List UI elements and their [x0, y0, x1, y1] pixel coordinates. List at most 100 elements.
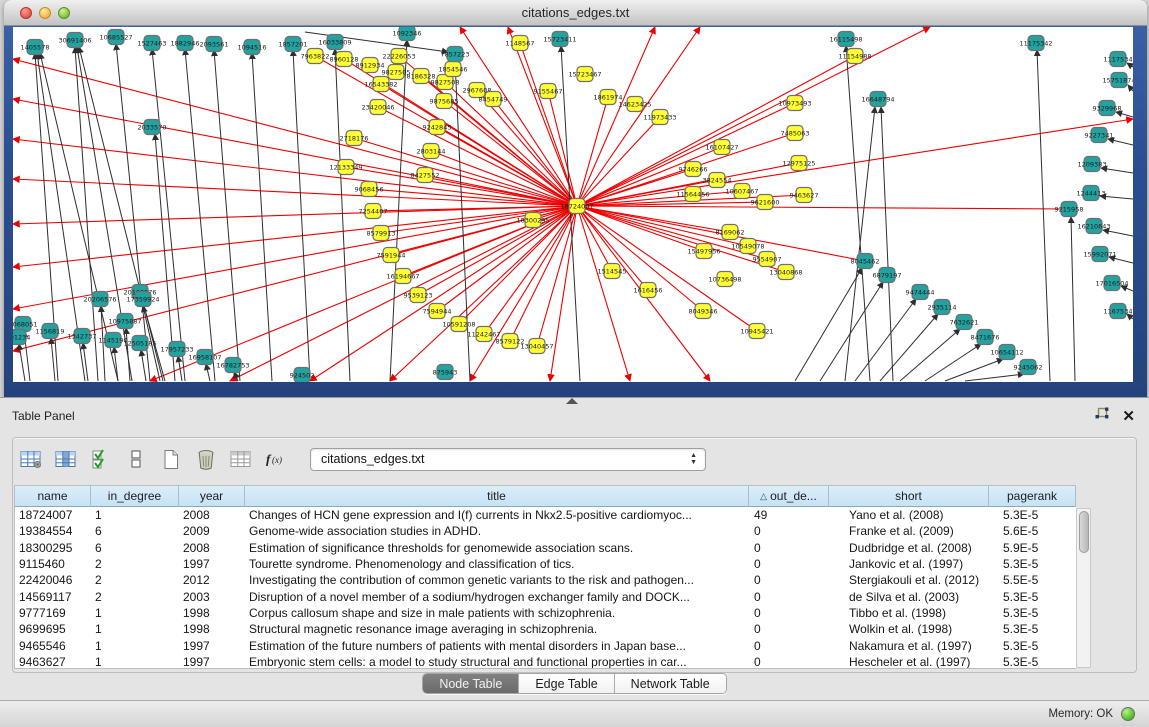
table-cell[interactable]: Wolkin et al. (1998)	[829, 621, 989, 637]
graph-node[interactable]: 8045462	[851, 254, 880, 269]
graph-edge-black[interactable]	[1103, 230, 1133, 236]
graph-node[interactable]: 924502	[290, 368, 315, 383]
graph-node[interactable]: 9227341	[1085, 128, 1114, 143]
table-cell[interactable]: Genome-wide association studies in ADHD.	[245, 523, 749, 539]
table-cell[interactable]: 0	[749, 540, 829, 556]
table-cell[interactable]: 0	[749, 637, 829, 653]
graph-node[interactable]: 1857201	[279, 37, 308, 52]
graph-edge-red[interactable]	[577, 206, 1069, 209]
close-panel-icon[interactable]: ✕	[1122, 409, 1135, 424]
column-header-short[interactable]: short	[829, 486, 989, 507]
graph-edge-red[interactable]	[13, 179, 577, 206]
graph-node[interactable]: 8471676	[971, 330, 1000, 345]
graph-node[interactable]: 22226053	[382, 49, 415, 64]
graph-node[interactable]: 7857223	[441, 47, 470, 62]
graph-node[interactable]: 1156819	[36, 324, 65, 339]
graph-node[interactable]: 10736498	[708, 272, 741, 287]
table-cell[interactable]: 5.3E-5	[989, 654, 1076, 669]
table-cell[interactable]: 9699695	[15, 621, 91, 637]
table-cell[interactable]: 49	[749, 507, 829, 523]
graph-edge-red[interactable]	[577, 27, 930, 206]
graph-node[interactable]: 11154988	[838, 49, 871, 64]
graph-node[interactable]: 7591944	[377, 248, 406, 263]
graph-node[interactable]: 12133349	[329, 160, 362, 175]
table-cell[interactable]: Jankovic et al. (1997)	[829, 556, 989, 572]
graph-node[interactable]: 2803144	[417, 144, 446, 159]
graph-node[interactable]: 16210643	[1077, 219, 1110, 234]
graph-node[interactable]: 11973433	[643, 110, 676, 125]
graph-edge-black[interactable]	[206, 364, 210, 381]
table-cell[interactable]: 1997	[179, 556, 245, 572]
table-cell[interactable]: 1997	[179, 654, 245, 669]
table-cell[interactable]: Structural magnetic resonance image aver…	[245, 621, 749, 637]
show-columns-icon[interactable]	[53, 447, 79, 471]
table-settings-icon[interactable]	[18, 447, 44, 471]
graph-edge-red[interactable]	[354, 138, 577, 206]
table-row[interactable]: 1938455462009Genome-wide association stu…	[15, 523, 1076, 539]
table-cell[interactable]: Tibbo et al. (1998)	[829, 605, 989, 621]
graph-edge-black[interactable]	[845, 107, 875, 381]
table-cell[interactable]: 9465546	[15, 637, 91, 653]
column-header-title[interactable]: title	[245, 486, 749, 507]
table-cell[interactable]: 14569117	[15, 588, 91, 604]
table-row[interactable]: 969969511998Structural magnetic resonanc…	[15, 621, 1076, 637]
graph-node[interactable]: 11175342	[1019, 36, 1052, 51]
table-scrollbar-thumb[interactable]	[1079, 511, 1089, 553]
table-cell[interactable]: 9115460	[15, 556, 91, 572]
table-cell[interactable]: 1998	[179, 605, 245, 621]
table-cell[interactable]: 5.3E-5	[989, 556, 1076, 572]
table-cell[interactable]: Embryonic stem cells: a model to study s…	[245, 654, 749, 669]
table-cell[interactable]: 1	[91, 654, 179, 669]
graph-node[interactable]: 10945421	[740, 324, 773, 339]
table-cell[interactable]: 5.3E-5	[989, 588, 1076, 604]
graph-edge-black[interactable]	[1128, 85, 1133, 91]
table-cell[interactable]: 0	[749, 556, 829, 572]
graph-node[interactable]: 8049346	[689, 304, 718, 319]
graph-node[interactable]: 1244413	[1077, 186, 1106, 201]
graph-node[interactable]: 12505185	[123, 336, 156, 351]
graph-node[interactable]: 9554907	[753, 252, 782, 267]
graph-node[interactable]: 16648794	[861, 92, 894, 107]
graph-node[interactable]: 13040457	[520, 339, 553, 354]
graph-node[interactable]: 7485063	[781, 126, 810, 141]
table-cell[interactable]: Tourette syndrome. Phenomenology and cla…	[245, 556, 749, 572]
table-cell[interactable]: 1	[91, 605, 179, 621]
table-cell[interactable]: Stergiakouli et al. (2012)	[829, 572, 989, 588]
table-cell[interactable]: 6	[91, 540, 179, 556]
graph-edge-black[interactable]	[820, 282, 883, 381]
zoom-button[interactable]	[58, 7, 70, 19]
graph-node[interactable]: 20206576	[83, 292, 116, 307]
table-row[interactable]: 946554611997Estimation of the future num…	[15, 637, 1076, 653]
minimize-button[interactable]	[39, 7, 51, 19]
graph-node[interactable]: 1882946	[171, 36, 200, 51]
row-height-icon[interactable]	[123, 447, 149, 471]
table-cell[interactable]: 2	[91, 556, 179, 572]
column-header-year[interactable]: year	[179, 486, 245, 507]
float-panel-icon[interactable]	[1094, 407, 1110, 426]
table-row[interactable]: 977716911998Corpus callosum shape and si…	[15, 605, 1076, 621]
column-header-name[interactable]: name	[15, 486, 91, 507]
graph-node[interactable]: 10591208	[442, 317, 475, 332]
table-cell[interactable]: Franke et al. (2009)	[829, 523, 989, 539]
table-cell[interactable]: 18300295	[15, 540, 91, 556]
table-cell[interactable]: Dudbridge et al. (2008)	[829, 540, 989, 556]
graph-edge-red[interactable]	[310, 206, 577, 381]
graph-edge-red[interactable]	[437, 206, 577, 311]
graph-node[interactable]: 2033570	[138, 120, 167, 135]
graph-node[interactable]: 15992071	[1083, 247, 1116, 262]
graph-node[interactable]: 2935114	[928, 300, 957, 315]
graph-edge-red[interactable]	[577, 119, 1133, 206]
graph-node[interactable]: 8960128	[330, 52, 359, 67]
table-cell[interactable]: 2009	[179, 523, 245, 539]
graph-node[interactable]: 11564456	[676, 187, 709, 202]
graph-node[interactable]: 9329968	[1093, 101, 1122, 116]
graph-edge-black[interactable]	[1037, 50, 1050, 381]
table-cell[interactable]: Corpus callosum shape and size in male p…	[245, 605, 749, 621]
table-cell[interactable]: 1	[91, 637, 179, 653]
table-cell[interactable]: 5.9E-5	[989, 540, 1076, 556]
graph-edge-black[interactable]	[1101, 168, 1133, 173]
table-cell[interactable]: 0	[749, 621, 829, 637]
graph-edge-red[interactable]	[470, 206, 577, 381]
table-cell[interactable]: 18724007	[15, 507, 91, 523]
table-cell[interactable]: 1998	[179, 621, 245, 637]
